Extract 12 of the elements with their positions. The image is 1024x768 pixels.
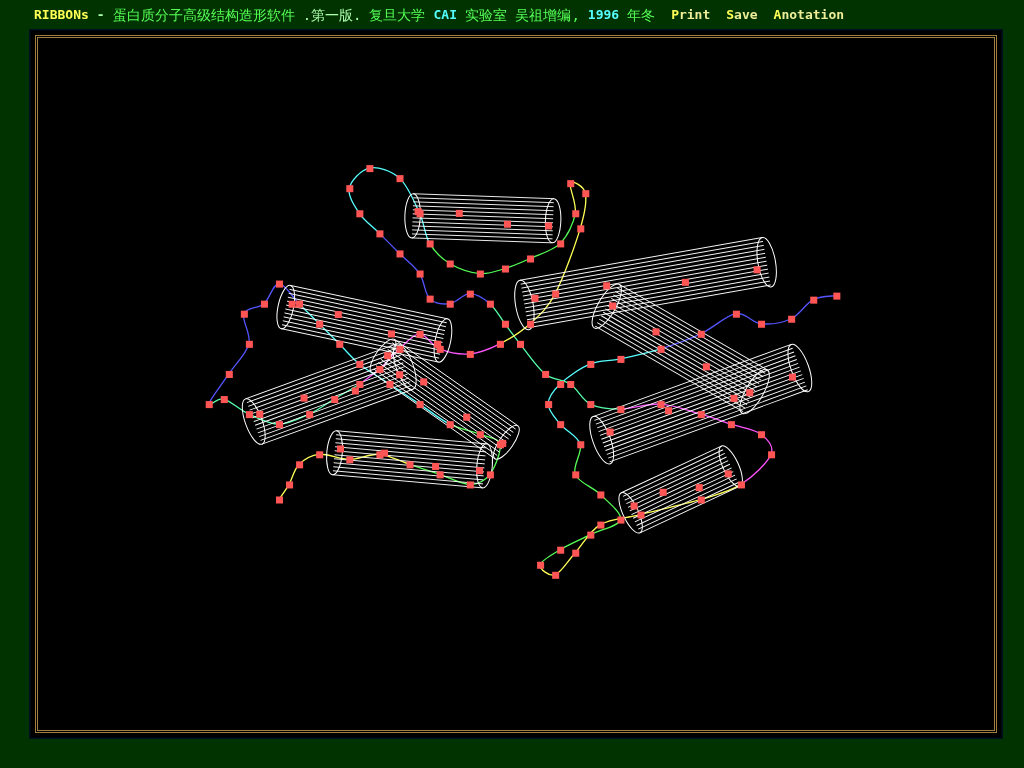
title-text: RIBBONs bbox=[34, 6, 89, 25]
title-text: 年冬 bbox=[627, 5, 656, 25]
title-text: 实验室 吴祖增编, bbox=[464, 5, 580, 25]
menu-item[interactable]: Anotation bbox=[773, 5, 845, 25]
title-text: CAI bbox=[433, 6, 457, 25]
title-text: 1996 bbox=[587, 6, 620, 25]
title-text: 复旦大学 bbox=[369, 5, 426, 25]
title-text: .第一版. bbox=[302, 5, 362, 25]
menu-item[interactable]: Print bbox=[671, 5, 711, 25]
title-text: 蛋白质分子高级结构造形软件 bbox=[112, 5, 295, 25]
title-text: - bbox=[96, 6, 105, 25]
menu-item[interactable]: Save bbox=[726, 5, 758, 25]
